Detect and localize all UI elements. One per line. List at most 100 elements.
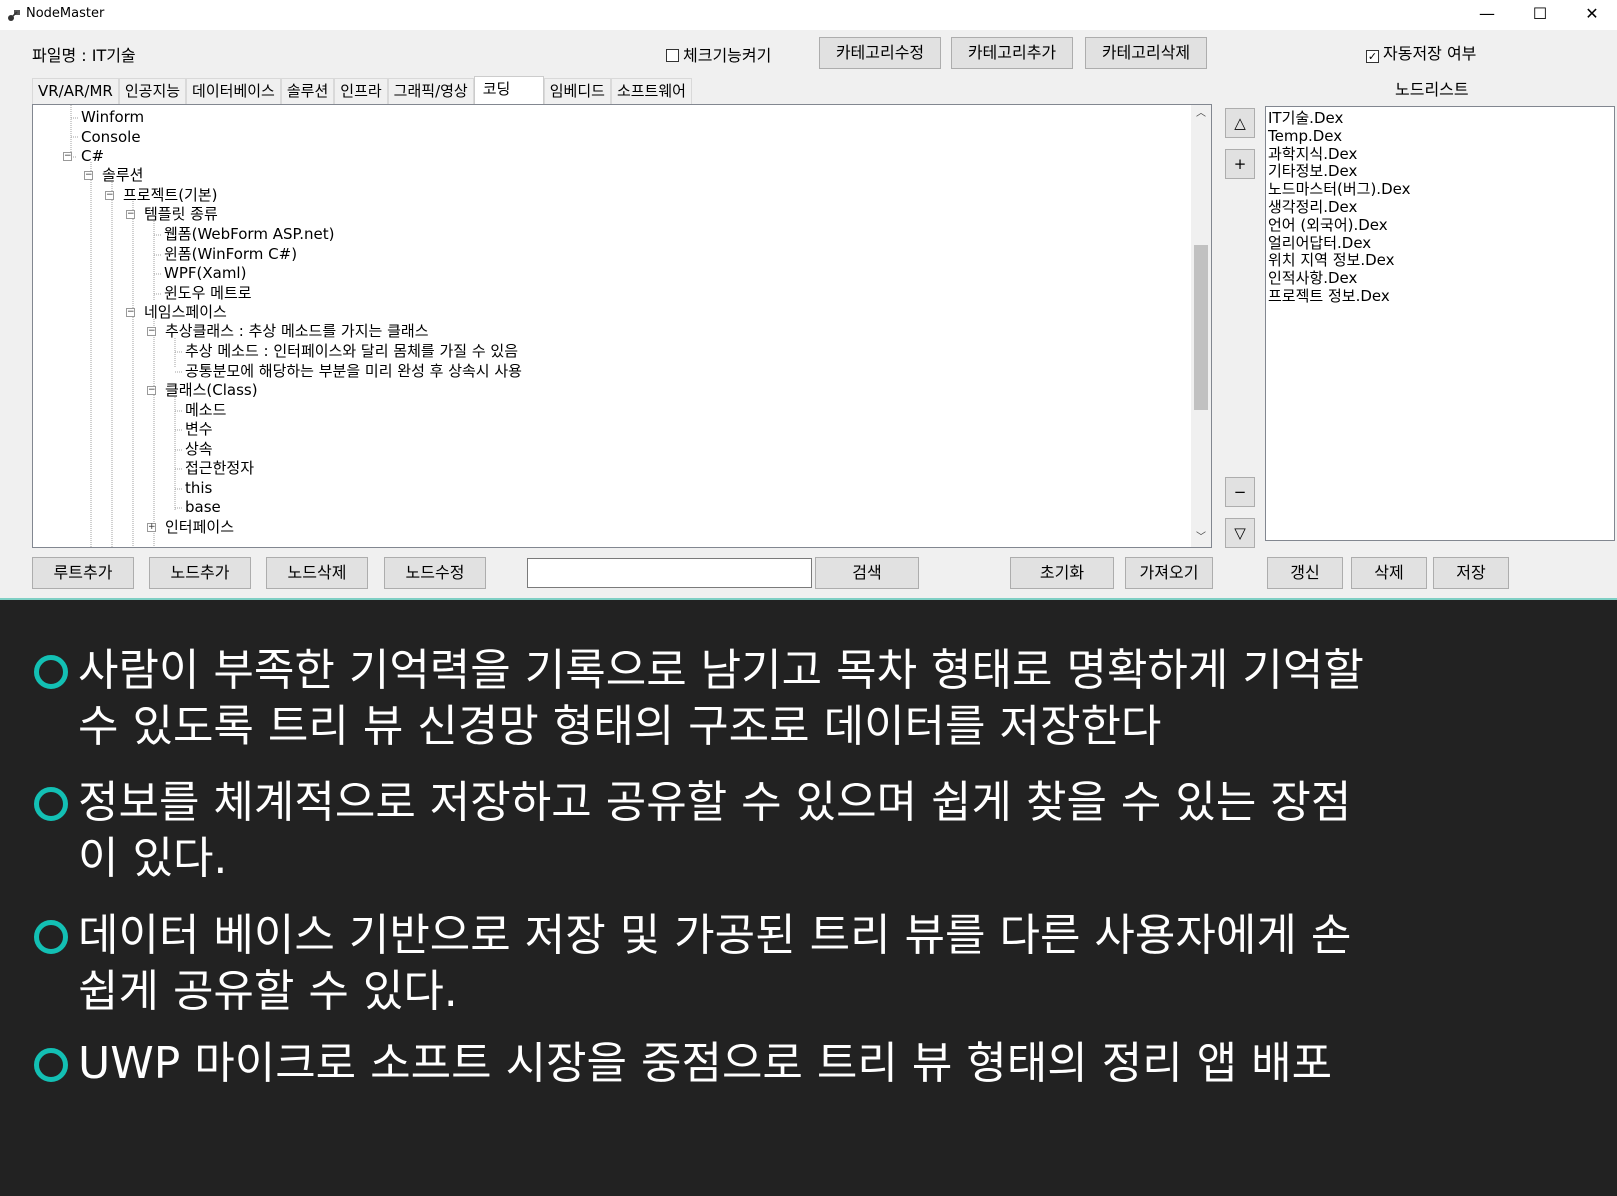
tree-view[interactable]: Winform Console − C# − 솔루션 − 프로젝트(기본) − … [32, 104, 1212, 548]
tab-graphics[interactable]: 그래픽/영상 [387, 78, 474, 105]
refresh-button[interactable]: 갱신 [1267, 557, 1343, 589]
autosave-label: 자동저장 여부 [1383, 44, 1477, 63]
tree-node[interactable]: 메소드 [185, 401, 226, 419]
scroll-thumb[interactable] [1194, 245, 1208, 410]
collapse-icon[interactable]: − [147, 386, 156, 395]
expand-all-button[interactable]: + [1225, 149, 1255, 179]
tree-node[interactable]: 공통분모에 해당하는 부분을 미리 완성 후 상속시 사용 [185, 362, 522, 380]
import-button[interactable]: 가져오기 [1125, 557, 1213, 589]
bullet-line: 수 있도록 트리 뷰 신경망 형태의 구조로 데이터를 저장한다 [78, 701, 1162, 752]
reset-button[interactable]: 초기화 [1010, 557, 1114, 589]
list-item[interactable]: 기타정보.Dex [1268, 163, 1612, 181]
list-item[interactable]: 인적사항.Dex [1268, 269, 1612, 288]
window-title: NodeMaster [26, 6, 105, 21]
tab-ai[interactable]: 인공지능 [118, 78, 187, 105]
check-feature-checkbox[interactable]: 체크기능켜기 [666, 42, 771, 66]
edit-node-button[interactable]: 노드수정 [384, 557, 486, 589]
delete-category-button[interactable]: 카테고리삭제 [1085, 37, 1207, 69]
autosave-checkbox[interactable]: ✓ 자동저장 여부 [1366, 40, 1476, 64]
category-tabs: VR/AR/MR 인공지능 데이터베이스 솔루션 인프라 그래픽/영상 코딩 임… [32, 76, 692, 105]
tab-embedded[interactable]: 임베디드 [543, 78, 611, 105]
tab-vr-ar-mr[interactable]: VR/AR/MR [32, 78, 119, 105]
tree-node[interactable]: WPF(Xaml) [164, 264, 246, 282]
list-item[interactable]: 생각정리.Dex [1268, 198, 1612, 217]
list-item[interactable]: 얼리어답터.Dex [1268, 234, 1612, 253]
collapse-icon[interactable]: − [147, 327, 156, 336]
tree-node[interactable]: 네임스페이스 [144, 303, 227, 321]
collapse-icon[interactable]: − [84, 171, 93, 180]
list-item[interactable]: 과학지식.Dex [1268, 145, 1612, 164]
collapse-icon[interactable]: − [105, 191, 114, 200]
tab-database[interactable]: 데이터베이스 [186, 78, 281, 105]
circle-bullet-icon [34, 1048, 68, 1082]
tree-scrollbar[interactable]: ︿ ﹀ [1191, 105, 1211, 547]
tree-node[interactable]: 템플릿 종류 [144, 205, 218, 223]
collapse-icon[interactable]: − [63, 152, 72, 161]
tree-node[interactable]: 변수 [185, 420, 213, 438]
app-icon [8, 10, 20, 21]
tree-node[interactable]: 프로젝트(기본) [123, 186, 218, 204]
delete-node-button[interactable]: 노드삭제 [266, 557, 368, 589]
tree-node[interactable]: 클래스(Class) [165, 381, 258, 399]
tree-node[interactable]: 추상클래스 : 추상 메소드를 가지는 클래스 [165, 322, 429, 340]
tree-node[interactable]: Console [81, 128, 141, 146]
list-item[interactable]: 위치 지역 정보.Dex [1268, 252, 1612, 270]
list-item[interactable]: 프로젝트 정보.Dex [1268, 287, 1612, 306]
tree-node[interactable]: base [185, 498, 221, 516]
collapse-icon[interactable]: − [126, 308, 135, 317]
delete-button[interactable]: 삭제 [1351, 557, 1427, 589]
tree-node[interactable]: 인터페이스 [165, 518, 234, 536]
nodelist-box[interactable]: IT기술.Dex Temp.Dex 과학지식.Dex 기타정보.Dex 노드마스… [1265, 106, 1615, 541]
move-down-button[interactable]: ▽ [1225, 518, 1255, 548]
tab-coding[interactable]: 코딩 [473, 76, 544, 105]
scroll-down-icon[interactable]: ﹀ [1191, 529, 1211, 547]
tab-solution[interactable]: 솔루션 [280, 78, 335, 105]
add-root-button[interactable]: 루트추가 [32, 557, 134, 589]
add-node-button[interactable]: 노드추가 [149, 557, 251, 589]
tree-node[interactable]: this [185, 479, 212, 497]
list-item[interactable]: IT기술.Dex [1268, 109, 1612, 128]
collapse-all-button[interactable]: − [1225, 477, 1255, 507]
checkbox-checked-icon: ✓ [1366, 50, 1379, 63]
tree-node[interactable]: C# [81, 147, 104, 165]
close-button[interactable]: ✕ [1567, 0, 1617, 30]
file-name-label: 파일명 : IT기술 [32, 46, 136, 65]
tree-node[interactable]: 접근한정자 [185, 459, 254, 477]
tree-node[interactable]: 윈도우 메트로 [164, 284, 252, 302]
nodelist-title: 노드리스트 [1395, 80, 1469, 99]
check-feature-label: 체크기능켜기 [683, 46, 772, 65]
add-category-button[interactable]: 카테고리추가 [951, 37, 1073, 69]
save-button[interactable]: 저장 [1433, 557, 1509, 589]
minimize-button[interactable]: — [1462, 0, 1512, 30]
tree-node[interactable]: 웹폼(WebForm ASP.net) [164, 225, 334, 243]
tree-node[interactable]: 추상 메소드 : 인터페이스와 달리 몸체를 가질 수 있음 [185, 342, 518, 360]
tree-node[interactable]: 상속 [185, 440, 213, 458]
tab-software[interactable]: 소프트웨어 [610, 78, 692, 105]
search-button[interactable]: 검색 [815, 557, 919, 589]
edit-category-button[interactable]: 카테고리수정 [819, 37, 941, 69]
search-input[interactable] [527, 558, 812, 588]
checkbox-icon [666, 49, 679, 62]
maximize-button[interactable]: ☐ [1515, 0, 1565, 30]
list-item[interactable]: 언어 (외국어).Dex [1268, 216, 1612, 235]
circle-bullet-icon [34, 655, 68, 689]
expand-icon[interactable]: + [147, 523, 156, 532]
list-item[interactable]: 노드마스터(버그).Dex [1268, 180, 1612, 199]
bullet-line: 데이터 베이스 기반으로 저장 및 가공된 트리 뷰를 다른 사용자에게 손 [78, 910, 1352, 961]
app-window: NodeMaster — ☐ ✕ 파일명 : IT기술 체크기능켜기 카테고리수… [0, 0, 1617, 600]
circle-bullet-icon [34, 920, 68, 954]
list-item[interactable]: Temp.Dex [1268, 127, 1612, 146]
scroll-up-icon[interactable]: ︿ [1191, 105, 1211, 123]
bullet-line: UWP 마이크로 소프트 시장을 중점으로 트리 뷰 형태의 정리 앱 배포 [78, 1038, 1333, 1089]
tree-node[interactable]: 윈폼(WinForm C#) [164, 245, 297, 263]
circle-bullet-icon [34, 787, 68, 821]
bullet-line: 이 있다. [78, 833, 228, 884]
collapse-icon[interactable]: − [126, 210, 135, 219]
tree-node[interactable]: Winform [81, 108, 144, 126]
move-up-button[interactable]: △ [1225, 108, 1255, 138]
description-panel: 사람이 부족한 기억력을 기록으로 남기고 목차 형태로 명확하게 기억할 수 … [0, 602, 1617, 1196]
bullet-line: 정보를 체계적으로 저장하고 공유할 수 있으며 쉽게 찾을 수 있는 장점 [78, 777, 1352, 828]
title-bar: NodeMaster — ☐ ✕ [0, 0, 1617, 30]
tree-node[interactable]: 솔루션 [102, 166, 143, 184]
tab-infra[interactable]: 인프라 [334, 78, 388, 105]
